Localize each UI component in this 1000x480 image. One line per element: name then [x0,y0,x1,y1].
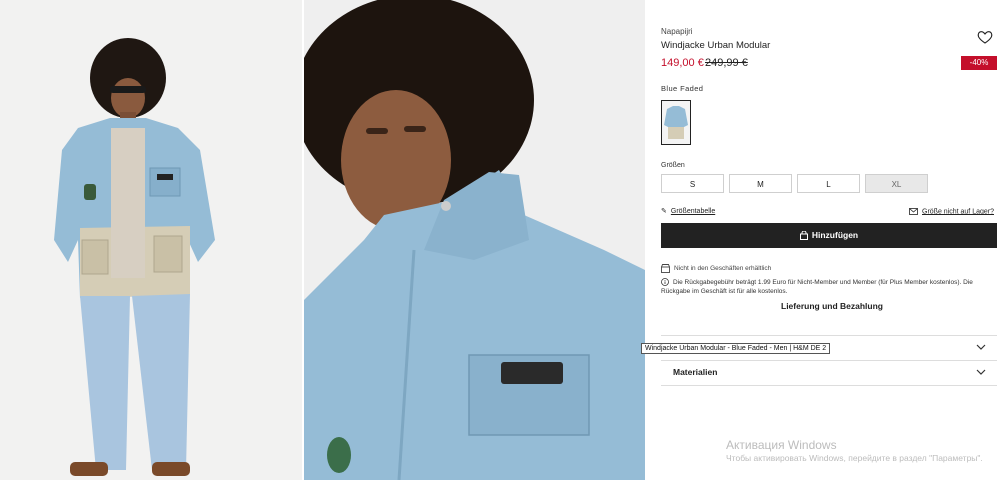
windows-activation-subtitle: Чтобы активировать Windows, перейдите в … [726,453,983,463]
windows-activation-title: Активация Windows [726,438,837,452]
size-guide-link[interactable]: ✎ Größentabelle [661,207,715,215]
divider [661,335,997,336]
size-not-in-stock-label: Größe nicht auf Lager? [922,208,994,216]
color-swatch-blue-faded[interactable] [661,100,691,145]
return-fee-text: Die Rückgabegebühr beträgt 1.99 Euro für… [661,279,973,295]
add-to-cart-label: Hinzufügen [811,230,859,240]
jacket-thumbnail [664,106,688,139]
store-icon [661,264,670,273]
size-option-m[interactable]: M [729,174,792,193]
mail-icon [909,208,918,215]
sizes-label: Größen [661,162,685,169]
ruler-icon: ✎ [661,208,667,215]
size-option-s[interactable]: S [661,174,724,193]
divider [661,385,997,386]
product-image-closeup[interactable] [304,0,645,480]
shopping-bag-icon [799,231,808,241]
size-option-l[interactable]: L [797,174,860,193]
favorite-heart-icon[interactable] [977,29,993,45]
size-option-xl[interactable]: XL [865,174,928,193]
selected-color-name: Blue Faded [661,84,704,93]
chevron-down-icon[interactable] [976,343,986,351]
add-to-cart-button[interactable]: Hinzufügen [661,223,997,248]
return-fee-info: Die Rückgabegebühr beträgt 1.99 Euro für… [661,278,981,296]
chevron-down-icon[interactable] [976,368,986,376]
info-icon [661,278,669,287]
divider [661,360,997,361]
brand-name[interactable]: Napapijri [661,27,693,36]
model-full-body-illustration [54,38,215,476]
product-image-full-body[interactable] [0,0,302,480]
size-not-in-stock-link[interactable]: Größe nicht auf Lager? [909,208,994,215]
accordion-materials[interactable]: Materialien [673,367,717,377]
size-guide-label: Größentabelle [670,208,716,215]
store-availability-text: Nicht in den Geschäften erhältlich [674,265,772,273]
discount-badge: -40% [961,56,997,70]
page-title-tooltip: Windjacke Urban Modular - Blue Faded - M… [641,343,831,354]
original-price: 249,99 € [705,57,748,69]
delivery-payment-link[interactable]: Lieferung und Bezahlung [781,301,883,311]
store-availability: Nicht in den Geschäften erhältlich [661,264,771,273]
current-price: 149,00 € [661,57,704,69]
product-title: Windjacke Urban Modular [661,40,771,51]
model-closeup-illustration [304,0,645,480]
